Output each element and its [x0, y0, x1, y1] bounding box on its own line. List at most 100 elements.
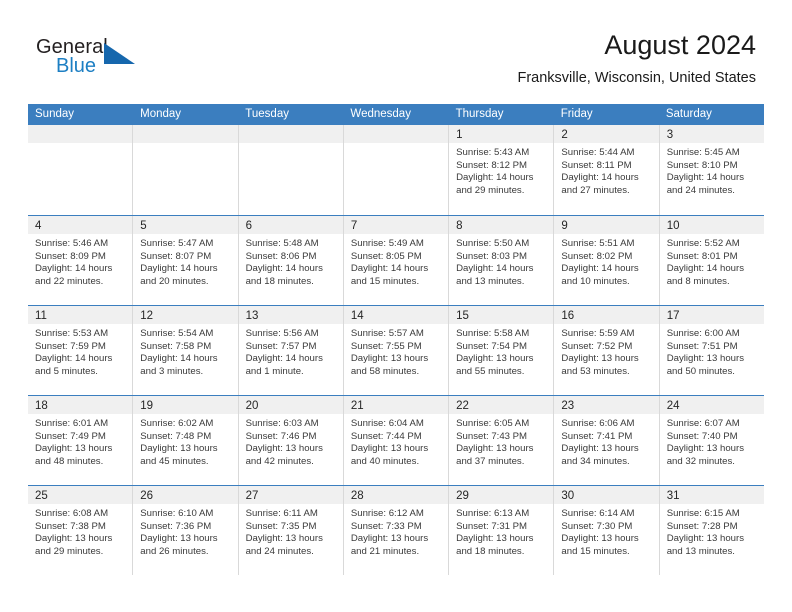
day-number-band: 6	[238, 216, 343, 234]
sunrise-text: Sunrise: 6:11 AM	[245, 508, 318, 519]
weekday-header-wednesday: Wednesday	[350, 108, 411, 120]
daylight-text: Daylight: 13 hours and 18 minutes.	[456, 533, 534, 557]
day-number: 8	[456, 220, 463, 232]
calendar-day-cell[interactable]: 24 Sunrise: 6:07 AM Sunset: 7:40 PM Dayligh…	[659, 396, 764, 485]
day-number-band: 21	[343, 396, 449, 414]
day-sun-info: Sunrise: 5:47 AM Sunset: 8:07 PM Daylight:…	[133, 234, 237, 288]
day-number-band: 31	[659, 486, 764, 504]
calendar-day-cell[interactable]: 25 Sunrise: 6:08 AM Sunset: 7:38 PM Dayligh…	[28, 486, 134, 575]
calendar-day-cell[interactable]: 19 Sunrise: 6:02 AM Sunset: 7:48 PM Dayligh…	[133, 396, 239, 485]
day-number: 29	[456, 490, 469, 502]
daylight-text: Daylight: 13 hours and 24 minutes.	[245, 533, 323, 557]
calendar-day-cell[interactable]: 31 Sunrise: 6:15 AM Sunset: 7:28 PM Dayligh…	[659, 486, 764, 575]
sunset-text: Sunset: 7:59 PM	[35, 340, 106, 352]
daylight-text: Daylight: 13 hours and 29 minutes.	[35, 533, 113, 557]
day-number-band: 8	[449, 216, 554, 234]
calendar-day-cell[interactable]: 27 Sunrise: 6:11 AM Sunset: 7:35 PM Dayligh…	[238, 486, 344, 575]
weekday-header-thursday: Thursday	[455, 108, 504, 120]
calendar-day-cell[interactable]: 30 Sunrise: 6:14 AM Sunset: 7:30 PM Dayligh…	[554, 486, 660, 575]
sunrise-text: Sunrise: 5:57 AM	[350, 328, 424, 339]
day-number-band: 25	[28, 486, 133, 504]
calendar-day-cell[interactable]: 18 Sunrise: 6:01 AM Sunset: 7:49 PM Dayligh…	[28, 396, 134, 485]
daylight-text: Daylight: 13 hours and 37 minutes.	[456, 443, 534, 467]
day-number-band: 16	[554, 306, 659, 324]
sunset-text: Sunset: 8:07 PM	[140, 250, 212, 262]
calendar-day-cell[interactable]: 6 Sunrise: 5:48 AM Sunset: 8:06 PM Daylight…	[238, 216, 344, 305]
calendar-day-cell[interactable]: 29 Sunrise: 6:13 AM Sunset: 7:31 PM Dayligh…	[449, 486, 555, 575]
daylight-text: Daylight: 14 hours and 15 minutes.	[350, 263, 429, 287]
calendar-day-cell[interactable]: 28 Sunrise: 6:12 AM Sunset: 7:33 PM Dayligh…	[343, 486, 450, 575]
day-number: 24	[666, 400, 680, 412]
daylight-text: Daylight: 13 hours and 45 minutes.	[140, 443, 218, 467]
day-number-band: 27	[238, 486, 343, 504]
daylight-text: Daylight: 13 hours and 42 minutes.	[245, 443, 323, 467]
calendar-day-cell[interactable]: 16 Sunrise: 5:59 AM Sunset: 7:52 PM Dayligh…	[554, 306, 660, 395]
day-number-band: 10	[659, 216, 764, 234]
brand-logo[interactable]: General Blue	[36, 36, 256, 84]
day-number: 27	[245, 490, 259, 502]
sunset-text: Sunset: 7:33 PM	[350, 520, 422, 532]
calendar-day-cell[interactable]: 15 Sunrise: 5:58 AM Sunset: 7:54 PM Dayligh…	[449, 306, 555, 395]
calendar-day-cell[interactable]: 10 Sunrise: 5:52 AM Sunset: 8:01 PM Dayligh…	[659, 216, 764, 305]
daylight-text: Daylight: 14 hours and 10 minutes.	[561, 263, 639, 287]
sunset-text: Sunset: 7:40 PM	[666, 430, 738, 442]
calendar-day-cell[interactable]: 3 Sunrise: 5:45 AM Sunset: 8:10 PM Daylight…	[659, 125, 764, 215]
day-number-band: 26	[133, 486, 238, 504]
calendar-day-cell[interactable]: 14 Sunrise: 5:57 AM Sunset: 7:55 PM Dayligh…	[343, 306, 450, 395]
day-sun-info: Sunrise: 5:44 AM Sunset: 8:11 PM Daylight:…	[554, 143, 658, 197]
calendar-day-cell[interactable]: 4 Sunrise: 5:46 AM Sunset: 8:09 PM Daylight…	[28, 216, 134, 305]
day-sun-info: Sunrise: 6:02 AM Sunset: 7:48 PM Daylight:…	[133, 414, 237, 468]
day-sun-info: Sunrise: 6:05 AM Sunset: 7:43 PM Daylight:…	[449, 414, 553, 468]
day-number-band	[133, 125, 238, 143]
calendar-day-cell[interactable]: 2 Sunrise: 5:44 AM Sunset: 8:11 PM Daylight…	[554, 125, 660, 215]
sunset-text: Sunset: 8:01 PM	[666, 250, 738, 262]
calendar-day-cell[interactable]: 23 Sunrise: 6:06 AM Sunset: 7:41 PM Dayligh…	[554, 396, 660, 485]
calendar-day-cell[interactable]: 5 Sunrise: 5:47 AM Sunset: 8:07 PM Daylight…	[133, 216, 239, 305]
calendar-day-cell[interactable]: 20 Sunrise: 6:03 AM Sunset: 7:46 PM Dayligh…	[238, 396, 344, 485]
title-block: August 2024 Franksville, Wisconsin, Unit…	[517, 28, 756, 88]
calendar-day-cell[interactable]: 22 Sunrise: 6:05 AM Sunset: 7:43 PM Dayligh…	[449, 396, 555, 485]
day-sun-info: Sunrise: 6:01 AM Sunset: 7:49 PM Daylight:…	[28, 414, 132, 468]
sunset-text: Sunset: 7:31 PM	[456, 520, 528, 532]
calendar-day-cell[interactable]: 12 Sunrise: 5:54 AM Sunset: 7:58 PM Dayligh…	[133, 306, 239, 395]
sunset-text: Sunset: 7:54 PM	[456, 340, 528, 352]
day-number-band: 9	[554, 216, 659, 234]
daylight-text: Daylight: 14 hours and 13 minutes.	[456, 263, 534, 287]
calendar-day-cell[interactable]: 13 Sunrise: 5:56 AM Sunset: 7:57 PM Dayligh…	[238, 306, 344, 395]
sunrise-text: Sunrise: 6:08 AM	[35, 508, 109, 519]
daylight-text: Daylight: 14 hours and 8 minutes.	[666, 263, 745, 287]
sunset-text: Sunset: 7:58 PM	[140, 340, 212, 352]
sunset-text: Sunset: 7:51 PM	[666, 340, 738, 352]
day-number-band: 7	[343, 216, 449, 234]
day-number-band: 14	[343, 306, 449, 324]
day-number: 17	[666, 310, 680, 322]
day-sun-info: Sunrise: 5:48 AM Sunset: 8:06 PM Daylight:…	[239, 234, 343, 288]
daylight-text: Daylight: 13 hours and 32 minutes.	[666, 443, 745, 467]
calendar-day-cell[interactable]: 7 Sunrise: 5:49 AM Sunset: 8:05 PM Daylight…	[343, 216, 450, 305]
daylight-text: Daylight: 14 hours and 22 minutes.	[35, 263, 113, 287]
sunset-text: Sunset: 7:43 PM	[456, 430, 528, 442]
calendar-day-cell[interactable]: 1 Sunrise: 5:43 AM Sunset: 8:12 PM Daylight…	[449, 125, 555, 215]
sunset-text: Sunset: 7:52 PM	[561, 340, 633, 352]
calendar-day-cell[interactable]: 9 Sunrise: 5:51 AM Sunset: 8:02 PM Daylight…	[554, 216, 660, 305]
calendar-day-cell[interactable]: 17 Sunrise: 6:00 AM Sunset: 7:51 PM Dayligh…	[659, 306, 764, 395]
sunrise-text: Sunrise: 6:06 AM	[561, 418, 635, 429]
day-sun-info: Sunrise: 6:00 AM Sunset: 7:51 PM Daylight:…	[660, 324, 764, 378]
calendar-day-cell[interactable]: 11 Sunrise: 5:53 AM Sunset: 7:59 PM Dayligh…	[28, 306, 134, 395]
sunrise-text: Sunrise: 5:47 AM	[140, 238, 214, 249]
location-subtitle: Franksville, Wisconsin, United States	[517, 70, 756, 86]
weekday-header-sunday: Sunday	[35, 108, 75, 120]
calendar-day-cell[interactable]: 21 Sunrise: 6:04 AM Sunset: 7:44 PM Dayligh…	[343, 396, 450, 485]
sunset-text: Sunset: 8:06 PM	[245, 250, 317, 262]
sunrise-text: Sunrise: 5:52 AM	[666, 238, 740, 249]
sunrise-text: Sunrise: 5:56 AM	[245, 328, 319, 339]
sunset-text: Sunset: 8:12 PM	[456, 159, 528, 171]
calendar-day-cell[interactable]: 8 Sunrise: 5:50 AM Sunset: 8:03 PM Daylight…	[449, 216, 555, 305]
calendar-day-cell[interactable]: 26 Sunrise: 6:10 AM Sunset: 7:36 PM Dayligh…	[133, 486, 239, 575]
day-sun-info: Sunrise: 5:58 AM Sunset: 7:54 PM Daylight:…	[449, 324, 553, 378]
day-sun-info: Sunrise: 6:08 AM Sunset: 7:38 PM Daylight:…	[28, 504, 132, 558]
day-number: 20	[245, 400, 259, 412]
sunset-text: Sunset: 8:03 PM	[456, 250, 528, 262]
sunset-text: Sunset: 7:35 PM	[245, 520, 317, 532]
calendar-page: General Blue August 2024 Franksville, Wi…	[0, 0, 792, 612]
